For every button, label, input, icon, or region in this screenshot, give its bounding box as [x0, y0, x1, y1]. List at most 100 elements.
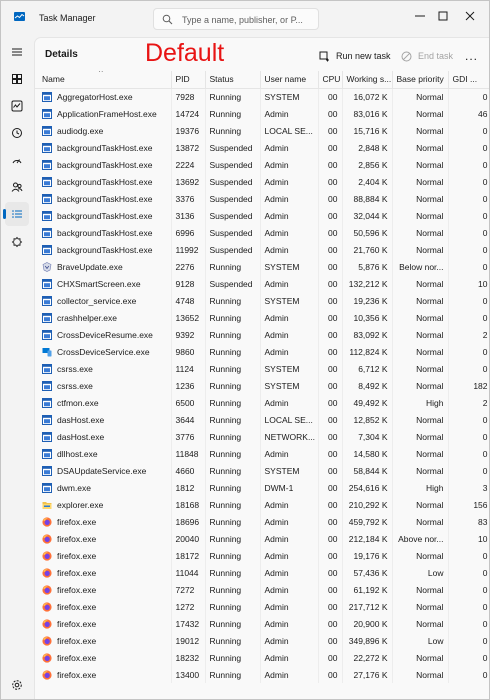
working-set-cell: 19,236 K	[342, 292, 393, 309]
table-row[interactable]: dasHost.exe 3644 Running LOCAL SE... 00 12,85…	[35, 411, 489, 428]
table-row[interactable]: csrss.exe 1236 Running SYSTEM 00 8,492 K Norma…	[35, 377, 489, 394]
table-row[interactable]: firefox.exe 7272 Running Admin 00 61,192 K Nor…	[35, 581, 489, 598]
table-row[interactable]: dwm.exe 1812 Running DWM-1 00 254,616 K High 3	[35, 479, 489, 496]
process-name-label: dasHost.exe	[57, 414, 105, 425]
column-header-gdi[interactable]: GDI ...	[448, 71, 489, 88]
sidebar-item-app-history[interactable]	[5, 121, 29, 145]
sidebar-item-details[interactable]	[3, 202, 29, 226]
close-button[interactable]	[448, 1, 489, 31]
table-row[interactable]: backgroundTaskHost.exe 3136 Suspended Admin…	[35, 207, 489, 224]
table-row[interactable]: firefox.exe 18232 Running Admin 00 22,272 K No…	[35, 649, 489, 666]
more-options-button[interactable]: ...	[465, 46, 478, 66]
hamburger-menu-button[interactable]	[5, 40, 29, 64]
status-cell: Running	[205, 428, 261, 445]
table-row[interactable]: ctfmon.exe 6500 Running Admin 00 49,492 K High…	[35, 394, 489, 411]
table-row[interactable]: firefox.exe 19012 Running Admin 00 349,896 KL…	[35, 632, 489, 649]
table-row[interactable]: backgroundTaskHost.exe 13692 Suspended Admi…	[35, 173, 489, 190]
table-row[interactable]: dasHost.exe 3776 Running NETWORK... 00 7,304 …	[35, 428, 489, 445]
details-panel: Details Default Run new task End task ..…	[34, 37, 489, 699]
end-task-icon	[401, 51, 412, 61]
table-row[interactable]: firefox.exe 13400 Running Admin 00 27,176 K No…	[35, 666, 489, 683]
pid-cell: 7272	[171, 581, 206, 598]
details-table-body: AggregatorHost.exe 7928 Running SYSTEM 00 16,…	[35, 88, 489, 683]
table-row[interactable]: explorer.exe 18168 Running Admin 00 210,292 K…	[35, 496, 489, 513]
process-name-cell: CrossDeviceService.exe	[35, 343, 172, 360]
cpu-cell: 00	[318, 394, 343, 411]
column-header-cpu[interactable]: CPU	[318, 71, 343, 88]
column-header-working-set[interactable]: Working s...	[342, 71, 393, 88]
working-set-cell: 49,492 K	[342, 394, 393, 411]
search-input[interactable]	[182, 12, 314, 27]
table-row[interactable]: AggregatorHost.exe 7928 Running SYSTEM 00 16,…	[35, 88, 489, 105]
base-priority-cell: Normal	[392, 122, 449, 139]
process-name-cell: audiodg.exe	[35, 122, 172, 139]
search-box[interactable]	[153, 8, 319, 30]
table-row[interactable]: backgroundTaskHost.exe 6996 Suspended Admin…	[35, 224, 489, 241]
sidebar-item-services[interactable]	[5, 230, 29, 254]
gdi-objects-cell: 0	[448, 615, 489, 632]
user-name-cell: NETWORK...	[260, 428, 319, 445]
user-name-cell: Admin	[260, 326, 319, 343]
table-row[interactable]: backgroundTaskHost.exe 2224 Suspended Admin…	[35, 156, 489, 173]
column-header-base-priority[interactable]: Base priority	[392, 71, 449, 88]
process-name-cell: backgroundTaskHost.exe	[35, 207, 172, 224]
task-manager-window: Task Manager Type a name, publisher, or …	[0, 0, 490, 700]
table-row[interactable]: dllhost.exe 11848 Running Admin 00 14,580 K No…	[35, 445, 489, 462]
table-row[interactable]: csrss.exe 1124 Running SYSTEM 00 6,712 K Norma…	[35, 360, 489, 377]
gdi-objects-cell: 0	[448, 632, 489, 649]
table-row[interactable]: backgroundTaskHost.exe 11992 Suspended Admi…	[35, 241, 489, 258]
table-row[interactable]: DSAUpdateService.exe 4660 Running SYSTEM 00 5…	[35, 462, 489, 479]
table-row[interactable]: backgroundTaskHost.exe 3376 Suspended Admin…	[35, 190, 489, 207]
table-row[interactable]: firefox.exe 18696 Running Admin 00 459,792 KN…	[35, 513, 489, 530]
history-icon	[12, 128, 22, 138]
run-task-icon	[319, 51, 329, 61]
end-task-button[interactable]: End task	[401, 46, 453, 66]
firefox-icon	[42, 652, 52, 663]
working-set-cell: 57,436 K	[342, 564, 393, 581]
process-name-label: CrossDeviceService.exe	[57, 346, 150, 357]
process-name-label: firefox.exe	[57, 601, 97, 612]
user-name-cell: SYSTEM	[260, 88, 319, 105]
sidebar-item-startup-apps[interactable]	[5, 148, 29, 172]
table-row[interactable]: firefox.exe 11044 Running Admin 00 57,436 K Lo…	[35, 564, 489, 581]
run-new-task-button[interactable]: Run new task	[319, 46, 391, 66]
column-header-pid[interactable]: PID	[171, 71, 206, 88]
sidebar-item-users[interactable]	[5, 175, 29, 199]
title-bar: Task Manager	[1, 1, 489, 37]
user-name-cell: Admin	[260, 275, 319, 292]
sidebar-item-settings[interactable]	[5, 673, 29, 697]
pid-cell: 1272	[171, 598, 206, 615]
process-name-cell: csrss.exe	[35, 377, 172, 394]
table-row[interactable]: audiodg.exe 19376 Running LOCAL SE... 00 15,7…	[35, 122, 489, 139]
column-header-status[interactable]: Status	[205, 71, 261, 88]
table-row[interactable]: CHXSmartScreen.exe 9128 Suspended Admin 00 13…	[35, 275, 489, 292]
table-row[interactable]: collector_service.exe 4748 Running SYSTEM 00…	[35, 292, 489, 309]
table-row[interactable]: ApplicationFrameHost.exe 14724 Running Admi…	[35, 105, 489, 122]
table-row[interactable]: BraveUpdate.exe 2276 Running SYSTEM 00 5,876 …	[35, 258, 489, 275]
sidebar-item-processes[interactable]	[5, 67, 29, 91]
gdi-objects-cell: 0	[448, 207, 489, 224]
base-priority-cell: Normal	[392, 377, 449, 394]
table-row[interactable]: backgroundTaskHost.exe 13872 Suspended Admi…	[35, 139, 489, 156]
table-row[interactable]: firefox.exe 17432 Running Admin 00 20,900 K No…	[35, 615, 489, 632]
process-name-label: crashhelper.exe	[57, 312, 118, 323]
working-set-cell: 83,092 K	[342, 326, 393, 343]
column-header-user-name[interactable]: User name	[260, 71, 319, 88]
table-row[interactable]: firefox.exe 18172 Running Admin 00 19,176 K No…	[35, 547, 489, 564]
table-row[interactable]: firefox.exe 20040 Running Admin 00 212,184 KA…	[35, 530, 489, 547]
process-window-icon	[42, 159, 52, 170]
working-set-cell: 349,896 K	[342, 632, 393, 649]
process-name-cell: dasHost.exe	[35, 411, 172, 428]
table-row[interactable]: CrossDeviceResume.exe 9392 Running Admin 00 8…	[35, 326, 489, 343]
gdi-objects-cell: 0	[448, 190, 489, 207]
process-name-cell: backgroundTaskHost.exe	[35, 173, 172, 190]
process-name-label: dwm.exe	[57, 482, 92, 493]
table-row[interactable]: CrossDeviceService.exe 9860 Running Admin 00…	[35, 343, 489, 360]
table-row[interactable]: firefox.exe 1272 Running Admin 00 217,712 K No…	[35, 598, 489, 615]
users-icon	[11, 182, 23, 192]
column-header-name[interactable]: ^ Name	[35, 71, 172, 88]
cpu-cell: 00	[318, 479, 343, 496]
table-row[interactable]: crashhelper.exe 13652 Running Admin 00 10,356…	[35, 309, 489, 326]
sidebar-item-performance[interactable]	[5, 94, 29, 118]
working-set-cell: 5,876 K	[342, 258, 393, 275]
